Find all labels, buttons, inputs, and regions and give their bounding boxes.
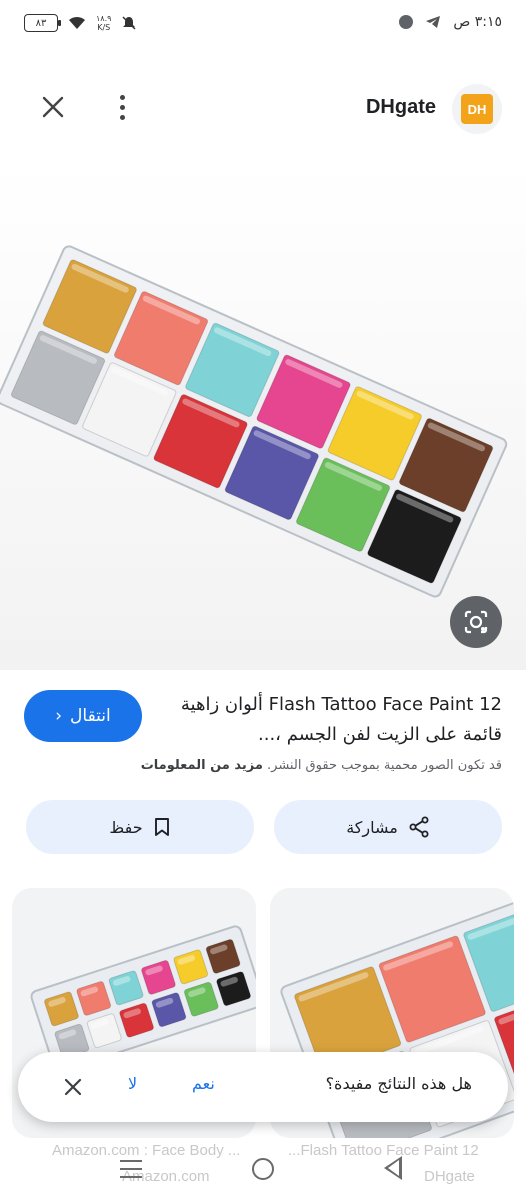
more-dot-icon <box>119 104 125 110</box>
more-options-button[interactable] <box>110 90 134 124</box>
share-label: مشاركة <box>346 817 398 837</box>
close-icon <box>64 1078 82 1096</box>
visit-button[interactable]: انتقال ‹ <box>24 690 142 742</box>
bookmark-icon <box>154 818 169 836</box>
lens-search-button[interactable] <box>450 596 502 648</box>
lens-icon <box>464 610 488 634</box>
network-speed-unit: K/S <box>97 23 111 32</box>
main-image[interactable] <box>0 160 526 670</box>
menu-line-icon <box>120 1176 142 1178</box>
status-time: ٣:١٥ ص <box>453 14 502 30</box>
site-logo[interactable]: DH <box>452 84 502 134</box>
save-label: حفظ <box>109 817 143 837</box>
status-bar: ٨٣ ١٨.٩ K/S ٣:١٥ ص <box>0 0 526 52</box>
recent-apps-button[interactable] <box>120 1160 142 1178</box>
system-nav-bar <box>0 1150 526 1190</box>
chevron-left-icon: ‹ <box>55 706 63 726</box>
feedback-question: هل هذه النتائج مفيدة؟ <box>325 1074 472 1093</box>
visit-label: انتقال <box>70 706 111 726</box>
more-dot-icon <box>119 114 125 120</box>
battery-icon: ٨٣ <box>24 14 61 32</box>
site-name[interactable]: DHgate <box>366 96 436 119</box>
save-button[interactable]: حفظ <box>26 800 254 854</box>
network-speed-value: ١٨.٩ <box>96 14 112 23</box>
mute-bell-icon <box>122 16 136 30</box>
wifi-icon <box>69 16 85 29</box>
share-button[interactable]: مشاركة <box>274 800 502 854</box>
menu-line-icon <box>120 1160 142 1162</box>
notification-dot-icon <box>399 15 414 29</box>
feedback-no-button[interactable]: لا <box>128 1074 137 1093</box>
status-icons-left: ٨٣ ١٨.٩ K/S <box>24 14 137 32</box>
back-button[interactable] <box>384 1156 402 1180</box>
battery-level: ٨٣ <box>35 17 47 29</box>
feedback-yes-button[interactable]: نعم <box>192 1074 215 1093</box>
viewer-header: DHgate DH <box>0 78 526 138</box>
share-icon <box>409 816 429 838</box>
copyright-notice: قد تكون الصور محمية بموجب حقوق النشر. مز… <box>22 758 502 773</box>
feedback-close-button[interactable] <box>58 1072 88 1102</box>
close-icon <box>42 96 64 118</box>
home-button[interactable] <box>252 1158 274 1180</box>
close-button[interactable] <box>38 92 68 122</box>
face-paint-palette-image <box>0 245 508 598</box>
copyright-text: قد تكون الصور محمية بموجب حقوق النشر. <box>267 758 502 773</box>
feedback-prompt: لا نعم هل هذه النتائج مفيدة؟ <box>18 1052 508 1122</box>
result-title[interactable]: Flash Tattoo Face Paint 12 ألوان زاهية ق… <box>162 690 502 750</box>
site-logo-mark: DH <box>461 94 493 124</box>
network-speed: ١٨.٩ K/S <box>96 14 111 32</box>
more-info-link[interactable]: مزيد من المعلومات <box>141 758 263 773</box>
more-dot-icon <box>119 94 125 100</box>
telegram-icon <box>426 16 441 28</box>
status-icons-right: ٣:١٥ ص <box>399 14 502 30</box>
menu-line-icon <box>120 1168 142 1170</box>
